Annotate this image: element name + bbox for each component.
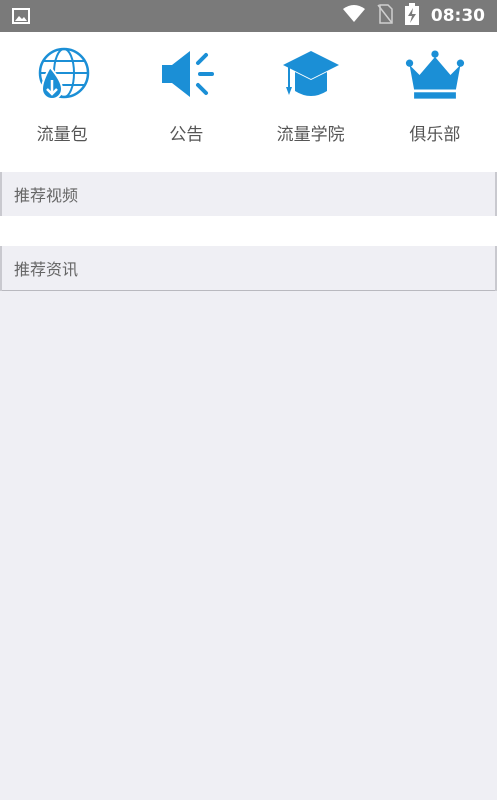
status-time: 08:30 bbox=[430, 6, 485, 26]
grid-item-club[interactable]: 俱乐部 bbox=[373, 32, 497, 172]
battery-charging-icon bbox=[404, 3, 419, 29]
status-bar: 08:30 bbox=[0, 0, 497, 32]
grid-item-label: 俱乐部 bbox=[409, 125, 461, 145]
megaphone-icon bbox=[156, 44, 216, 106]
section-title: 推荐资讯 bbox=[14, 260, 79, 279]
crown-icon bbox=[405, 44, 465, 106]
globe-download-icon bbox=[32, 44, 92, 106]
section-header-recommended-news: 推荐资讯 bbox=[2, 246, 495, 290]
status-indicators: 08:30 bbox=[342, 0, 485, 32]
grid-item-label: 公告 bbox=[169, 125, 204, 145]
news-list bbox=[0, 291, 497, 800]
grid-item-data-package[interactable]: 流量包 bbox=[0, 32, 124, 172]
graduation-cap-icon bbox=[281, 44, 341, 106]
grid-item-announcement[interactable]: 公告 bbox=[124, 32, 248, 172]
no-sim-icon bbox=[377, 4, 393, 28]
videos-list bbox=[0, 216, 497, 246]
wifi-icon bbox=[342, 5, 365, 27]
image-icon bbox=[12, 7, 30, 25]
section-header-recommended-videos: 推荐视频 bbox=[2, 172, 495, 216]
feature-grid: 流量包 公告 流量学院 俱乐部 bbox=[0, 32, 497, 172]
section-title: 推荐视频 bbox=[14, 186, 79, 205]
grid-item-academy[interactable]: 流量学院 bbox=[249, 32, 373, 172]
grid-item-label: 流量学院 bbox=[276, 125, 345, 145]
grid-item-label: 流量包 bbox=[36, 125, 88, 145]
